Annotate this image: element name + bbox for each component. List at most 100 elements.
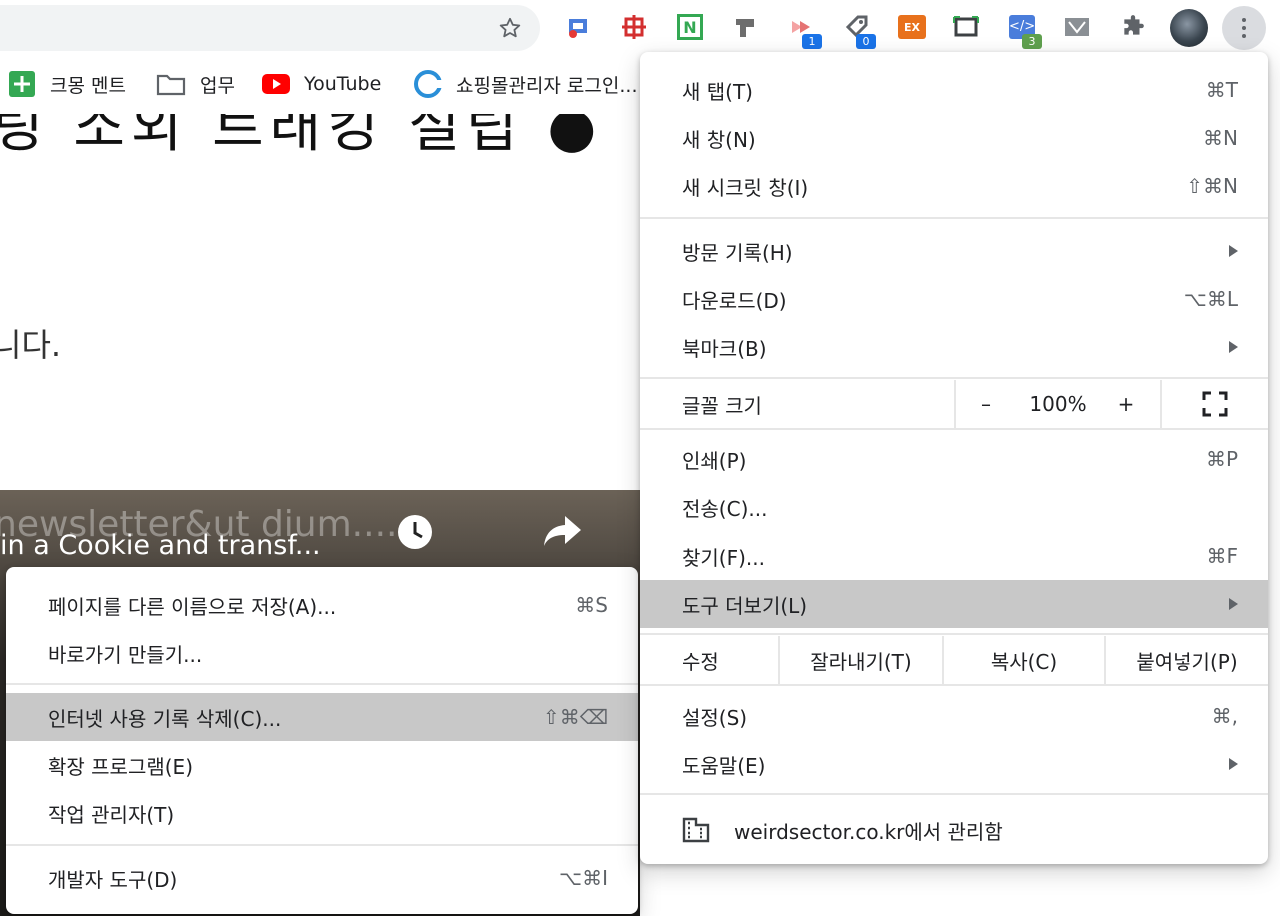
menu-item-find[interactable]: 찾기(F)... ⌘F [640,532,1268,580]
ext-tag-icon[interactable]: 0 [842,13,876,49]
menu-item-help[interactable]: 도움말(E) [640,740,1268,788]
bookmark-star-icon[interactable] [498,16,522,40]
profile-avatar[interactable] [1170,9,1208,47]
menu-item-shortcut: ⌘, [1211,704,1238,728]
zoom-label: 글꼴 크기 [682,393,762,418]
menu-item-history[interactable]: 방문 기록(H) [640,227,1268,275]
article-title: 링 소외 트래킹 설립 ● [0,114,603,160]
menu-item-create-shortcut[interactable]: 바로가기 만들기... [6,629,638,677]
menu-item-label: 인쇄(P) [682,448,747,473]
menu-item-cast[interactable]: 전송(C)... [640,483,1268,531]
cut-button[interactable]: 잘라내기(T) [780,636,942,684]
menu-item-label: weirdsector.co.kr에서 관리함 [734,819,1003,844]
menu-item-developer-tools[interactable]: 개발자 도구(D) ⌥⌘I [6,854,638,902]
share-arrow-icon[interactable] [543,514,583,548]
ext-gray-shape-icon[interactable] [732,13,760,41]
ext-diagram-icon[interactable] [1063,13,1091,41]
menu-item-label: 바로가기 만들기... [48,642,203,667]
menu-item-label: 찾기(F)... [682,545,765,570]
ext-pink-arrow-icon[interactable]: 1 [788,13,822,49]
menu-separator [6,683,638,685]
ext-screenshot-icon[interactable] [952,13,980,41]
menu-separator [640,633,1268,635]
bookmark-youtube[interactable]: YouTube [262,70,381,98]
fullscreen-icon [1202,391,1228,417]
menu-item-shortcut: ⌘S [575,593,608,617]
menu-item-label: 개발자 도구(D) [48,867,178,892]
menu-separator [640,377,1268,379]
menu-item-new-incognito-window[interactable]: 새 시크릿 창(I) ⇧⌘N [640,162,1268,210]
menu-item-task-manager[interactable]: 작업 관리자(T) [6,789,638,837]
fullscreen-button[interactable] [1162,380,1268,428]
menu-item-more-tools[interactable]: 도구 더보기(L) [640,580,1268,628]
ext-ex-icon[interactable]: EX [898,13,926,41]
video-title[interactable]: in a Cookie and transf... [0,530,321,561]
green-plus-icon [9,71,35,97]
chrome-menu-button[interactable] [1222,6,1266,50]
menu-item-label: 도구 더보기(L) [682,593,808,618]
zoom-row: 글꼴 크기 – 100% + [640,380,1268,428]
menu-item-managed-by[interactable]: weirdsector.co.kr에서 관리함 [640,806,1268,854]
ext-n-icon[interactable]: N [676,13,704,41]
menu-item-label: 확장 프로그램(E) [48,754,193,779]
address-bar[interactable] [0,5,540,51]
menu-item-shortcut: ⌘T [1205,78,1238,102]
menu-item-shortcut: ⇧⌘N [1186,174,1238,198]
menu-separator [640,217,1268,219]
bookmark-folder-work[interactable]: 업무 [156,70,235,98]
menu-separator [640,684,1268,686]
menu-item-extensions[interactable]: 확장 프로그램(E) [6,741,638,789]
ext-badge: 3 [1022,34,1042,49]
menu-item-new-window[interactable]: 새 창(N) ⌘N [640,114,1268,162]
menu-separator [640,428,1268,430]
menu-item-shortcut: ⇧⌘⌫ [542,705,608,729]
ext-ex-text: EX [898,15,926,39]
menu-item-label: 전송(C)... [682,496,768,521]
submenu-arrow-icon [1229,598,1238,610]
menu-item-downloads[interactable]: 다운로드(D) ⌥⌘L [640,275,1268,323]
copy-button[interactable]: 복사(C) [944,636,1104,684]
paste-button[interactable]: 붙여넣기(P) [1106,636,1268,684]
bookmark-label: 크몽 멘트 [50,74,126,97]
menu-separator [6,844,638,846]
edit-label: 수정 [682,649,719,674]
ext-crosshair-icon[interactable] [620,13,648,41]
menu-separator [640,793,1268,795]
edit-row: 수정 잘라내기(T) 복사(C) 붙여넣기(P) [640,636,1268,684]
ext-badge: 0 [856,34,876,49]
watch-later-clock-icon[interactable] [397,514,433,550]
menu-item-clear-browsing-data[interactable]: 인터넷 사용 기록 삭제(C)... ⇧⌘⌫ [6,693,638,741]
extensions-puzzle-icon[interactable] [1119,13,1147,41]
zoom-out-button[interactable]: – [956,380,1016,428]
building-icon [682,817,710,843]
menu-item-shortcut: ⌥⌘I [559,866,608,890]
menu-item-label: 다운로드(D) [682,288,787,313]
menu-item-bookmarks[interactable]: 북마크(B) [640,323,1268,371]
menu-item-shortcut: ⌘F [1206,544,1238,568]
menu-item-label: 방문 기록(H) [682,240,793,265]
bookmark-shop-admin[interactable]: 쇼핑몰관리자 로그인... [414,70,637,98]
chrome-main-menu: 새 탭(T) ⌘T 새 창(N) ⌘N 새 시크릿 창(I) ⇧⌘N 방문 기록… [640,52,1268,864]
zoom-level: 100% [1029,392,1087,416]
menu-item-settings[interactable]: 설정(S) ⌘, [640,692,1268,740]
menu-item-label: 작업 관리자(T) [48,802,175,827]
youtube-icon [262,74,290,94]
cafe24-icon [414,70,442,98]
menu-item-save-page-as[interactable]: 페이지를 다른 이름으로 저장(A)... ⌘S [6,581,638,629]
menu-item-shortcut: ⌘P [1205,447,1238,471]
ext-n-text: N [680,17,700,37]
bookmark-label: 업무 [200,74,235,97]
folder-icon [156,74,186,96]
bookmark-label: YouTube [304,73,382,95]
menu-item-new-tab[interactable]: 새 탭(T) ⌘T [640,66,1268,114]
menu-item-label: 도움말(E) [682,753,766,778]
ext-code-icon[interactable]: </> 3 [1008,13,1042,49]
zoom-in-button[interactable]: + [1100,380,1152,428]
menu-item-print[interactable]: 인쇄(P) ⌘P [640,435,1268,483]
bookmark-kmong[interactable]: 크몽 멘트 [8,70,126,98]
ext-tag-manager-icon[interactable] [564,13,592,41]
menu-item-label: 설정(S) [682,705,748,730]
menu-item-label: 새 탭(T) [682,79,753,104]
menu-item-shortcut: ⌥⌘L [1183,287,1238,311]
more-tools-submenu: 페이지를 다른 이름으로 저장(A)... ⌘S 바로가기 만들기... 인터넷… [6,567,638,914]
